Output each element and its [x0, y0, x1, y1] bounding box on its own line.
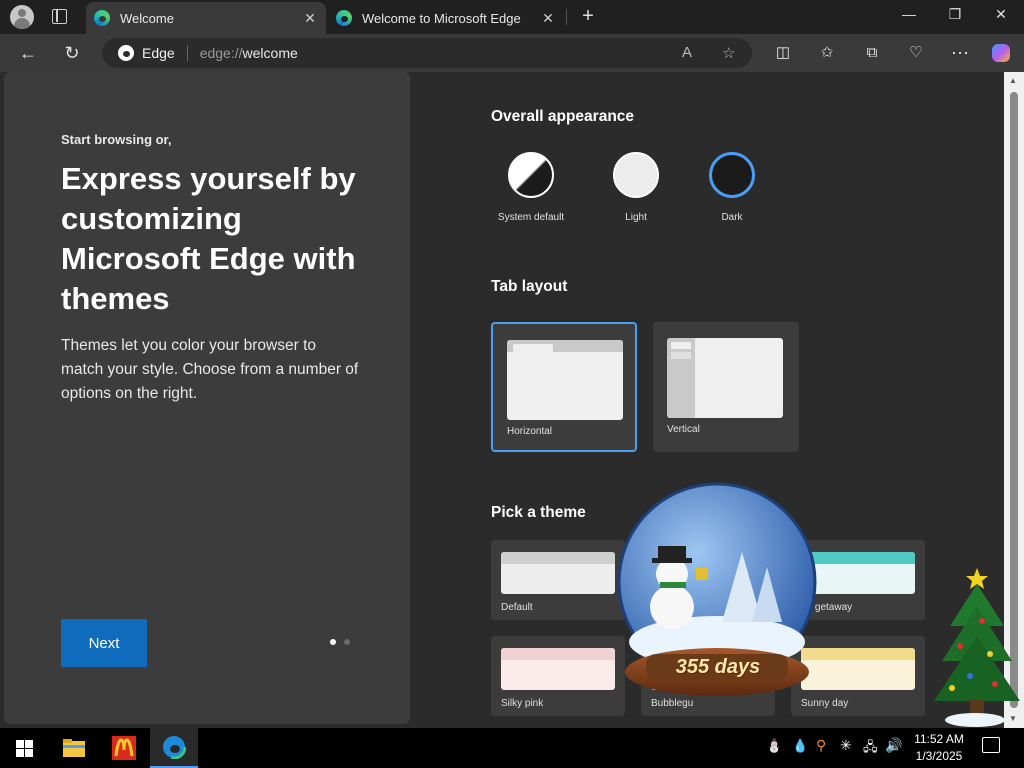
next-button[interactable]: Next	[61, 619, 147, 667]
countdown-text: 355 days	[675, 656, 761, 678]
close-tab-icon[interactable]: ✕	[302, 10, 318, 27]
clock-time: 11:52 AM	[914, 732, 964, 746]
appearance-dark[interactable]: Dark	[692, 152, 772, 223]
copilot-icon[interactable]	[990, 42, 1012, 64]
read-aloud-icon[interactable]: A	[682, 44, 692, 61]
appearance-light[interactable]: Light	[596, 152, 676, 223]
theme-preview	[501, 648, 615, 690]
layout-vertical-card[interactable]: Vertical	[653, 322, 799, 452]
tab-title: Welcome	[120, 10, 174, 26]
tab-welcome[interactable]: Welcome ✕	[86, 2, 326, 34]
page-dot-2[interactable]	[344, 639, 350, 645]
edge-icon	[162, 735, 186, 759]
page-indicator	[330, 639, 350, 645]
windows-taskbar: ⛄ 💧 ⚲ ✳ 🖧 🔊 11:52 AM 1/3/2025	[0, 728, 1024, 768]
start-button[interactable]	[0, 728, 48, 768]
windows-logo-icon	[15, 739, 33, 757]
theme-card-default[interactable]: Default	[491, 540, 625, 620]
tray-people-icon[interactable]: ⛄	[766, 738, 782, 754]
layout-label: Horizontal	[507, 426, 553, 437]
tray-droplet-icon[interactable]: 💧	[792, 738, 808, 754]
appearance-label: System default	[497, 212, 565, 223]
theme-label: Silky pink	[501, 698, 544, 709]
address-bar[interactable]: Edge edge:// welcome A ☆	[102, 38, 752, 68]
url-path: welcome	[242, 45, 298, 61]
themes-title: Pick a theme	[491, 504, 586, 521]
layout-horizontal-card[interactable]: Horizontal	[491, 322, 637, 452]
theme-label: Default	[501, 602, 533, 613]
light-swatch	[613, 152, 659, 198]
appearance-label: Light	[625, 212, 647, 223]
site-label: Edge	[142, 45, 175, 61]
edge-logo-icon	[336, 10, 352, 26]
omnibox-divider	[186, 45, 188, 61]
snow-globe-countdown-gadget[interactable]: 355 days	[612, 482, 822, 702]
tab-divider	[566, 9, 567, 25]
refresh-icon[interactable]: ↻	[61, 42, 83, 64]
horizontal-preview	[507, 340, 623, 420]
url-scheme: edge://	[199, 45, 243, 61]
address-toolbar: ← ↻ Edge edge:// welcome A ☆ ◫ ✩ ⧉ ♡ ⋯	[0, 34, 1024, 72]
theme-preview	[501, 552, 615, 594]
favorite-star-icon[interactable]: ☆	[722, 44, 735, 62]
tab-actions-icon[interactable]	[52, 9, 67, 24]
notifications-icon[interactable]	[982, 737, 1000, 753]
tab-layout-title: Tab layout	[491, 278, 568, 295]
mcdonalds-app-button[interactable]	[100, 728, 148, 768]
minimize-icon[interactable]: —	[894, 6, 924, 22]
edge-taskbar-button[interactable]	[150, 728, 198, 768]
collections-icon[interactable]: ⧉	[861, 42, 883, 64]
split-screen-icon[interactable]: ◫	[772, 42, 794, 64]
file-explorer-button[interactable]	[50, 728, 98, 768]
mcdonalds-icon	[112, 736, 136, 760]
tray-snowflake-icon[interactable]: ✳	[840, 737, 852, 754]
intro-panel: Start browsing or, Express yourself by c…	[4, 72, 410, 724]
tab-title: Welcome to Microsoft Edge	[362, 10, 521, 26]
appearance-title: Overall appearance	[491, 108, 635, 125]
folder-icon	[63, 739, 85, 757]
layout-label: Vertical	[667, 424, 700, 435]
new-tab-icon[interactable]: +	[578, 5, 598, 27]
system-default-swatch	[508, 152, 554, 198]
christmas-tree-gadget[interactable]	[930, 566, 1020, 728]
tab-strip: Welcome ✕ Welcome to Microsoft Edge ✕ + …	[0, 0, 1024, 34]
tray-search-icon[interactable]: ⚲	[816, 737, 826, 754]
scroll-up-icon[interactable]: ▲	[1009, 76, 1017, 85]
close-tab-icon[interactable]: ✕	[540, 10, 556, 27]
appearance-label: Dark	[721, 212, 743, 223]
dark-swatch	[709, 152, 755, 198]
restore-icon[interactable]: ❐	[940, 6, 970, 23]
appearance-system-default[interactable]: System default	[491, 152, 571, 223]
intro-headline: Express yourself by customizing Microsof…	[61, 161, 356, 316]
clock[interactable]: 11:52 AM 1/3/2025	[905, 731, 973, 765]
page-dot-1[interactable]	[330, 639, 336, 645]
theme-card-silky-pink[interactable]: Silky pink	[491, 636, 625, 716]
browser-essentials-icon[interactable]: ♡	[905, 42, 927, 64]
edge-site-icon	[118, 45, 134, 61]
intro-eyebrow: Start browsing or,	[61, 132, 172, 147]
vertical-preview	[667, 338, 783, 418]
welcome-page: Start browsing or, Express yourself by c…	[0, 72, 1004, 728]
edge-logo-icon	[94, 10, 110, 26]
clock-date: 1/3/2025	[915, 749, 963, 763]
tab-welcome-to-edge[interactable]: Welcome to Microsoft Edge ✕	[328, 2, 564, 34]
favorites-icon[interactable]: ✩	[816, 42, 838, 64]
intro-description: Themes let you color your browser to mat…	[61, 337, 359, 402]
profile-avatar-icon[interactable]	[10, 5, 34, 29]
close-window-icon[interactable]: ✕	[986, 6, 1016, 23]
back-icon[interactable]: ←	[17, 42, 39, 64]
more-options-icon[interactable]: ⋯	[949, 42, 971, 64]
volume-icon[interactable]: 🔊	[885, 737, 902, 754]
network-icon[interactable]: 🖧	[863, 738, 878, 760]
